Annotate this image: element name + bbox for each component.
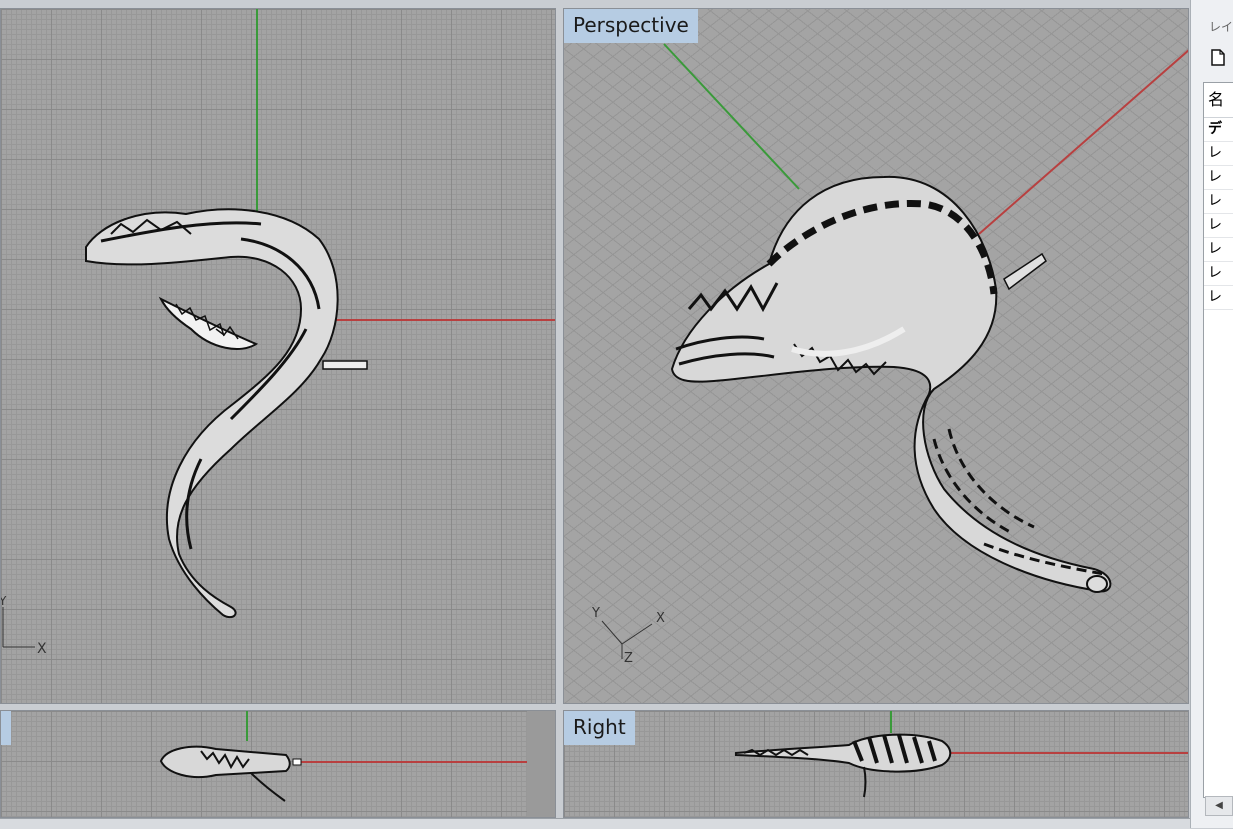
axis-x-label: X — [37, 641, 47, 657]
chameleon-model — [159, 745, 302, 802]
viewport-top[interactable]: X Y — [0, 8, 556, 704]
right-scene — [735, 711, 1188, 798]
viewport-label-right[interactable]: Right — [564, 711, 635, 745]
layer-list[interactable]: 名 デ レ レ レ レ レ レ レ — [1203, 82, 1233, 798]
layer-list-header-name[interactable]: 名 — [1204, 83, 1233, 118]
chameleon-model — [735, 733, 952, 798]
axis-triad: X Y — [1, 594, 47, 657]
viewport-label-perspective[interactable]: Perspective — [564, 9, 698, 43]
viewport-perspective[interactable]: Y X Z Perspective — [563, 8, 1189, 704]
layer-row[interactable]: レ — [1204, 238, 1233, 262]
axis-y-label: Y — [1, 594, 7, 608]
axis-z-label: Z — [624, 651, 633, 666]
layer-row[interactable]: レ — [1204, 262, 1233, 286]
axis-triad: Y X Z — [591, 606, 665, 666]
axis-y-label: Y — [591, 606, 600, 621]
layer-row[interactable]: レ — [1204, 166, 1233, 190]
new-document-icon[interactable] — [1211, 49, 1229, 69]
layer-row[interactable]: レ — [1204, 214, 1233, 238]
viewport-right[interactable]: Right — [563, 710, 1189, 818]
layer-row[interactable]: レ — [1204, 286, 1233, 310]
top-scene: X Y — [1, 9, 555, 657]
layer-row[interactable]: レ — [1204, 142, 1233, 166]
layer-row[interactable]: レ — [1204, 190, 1233, 214]
layers-panel-title: レイヤ — [1209, 20, 1233, 34]
front-scene — [159, 711, 555, 817]
x-axis-line — [978, 49, 1188, 235]
chevron-left-icon[interactable]: ◀ — [1205, 796, 1233, 816]
layer-row[interactable]: デ — [1204, 118, 1233, 142]
status-bar — [0, 818, 1190, 829]
y-axis-line — [663, 43, 800, 190]
viewport-label-front[interactable] — [1, 711, 11, 745]
layers-panel: レイヤ 名 デ レ レ レ レ レ レ レ ◀ — [1190, 0, 1233, 828]
perspective-scene: Y X Z — [591, 43, 1188, 666]
chameleon-model — [670, 175, 1112, 593]
viewport-front[interactable] — [0, 710, 556, 818]
chameleon-model — [85, 208, 368, 619]
axis-x-label: X — [656, 611, 665, 626]
